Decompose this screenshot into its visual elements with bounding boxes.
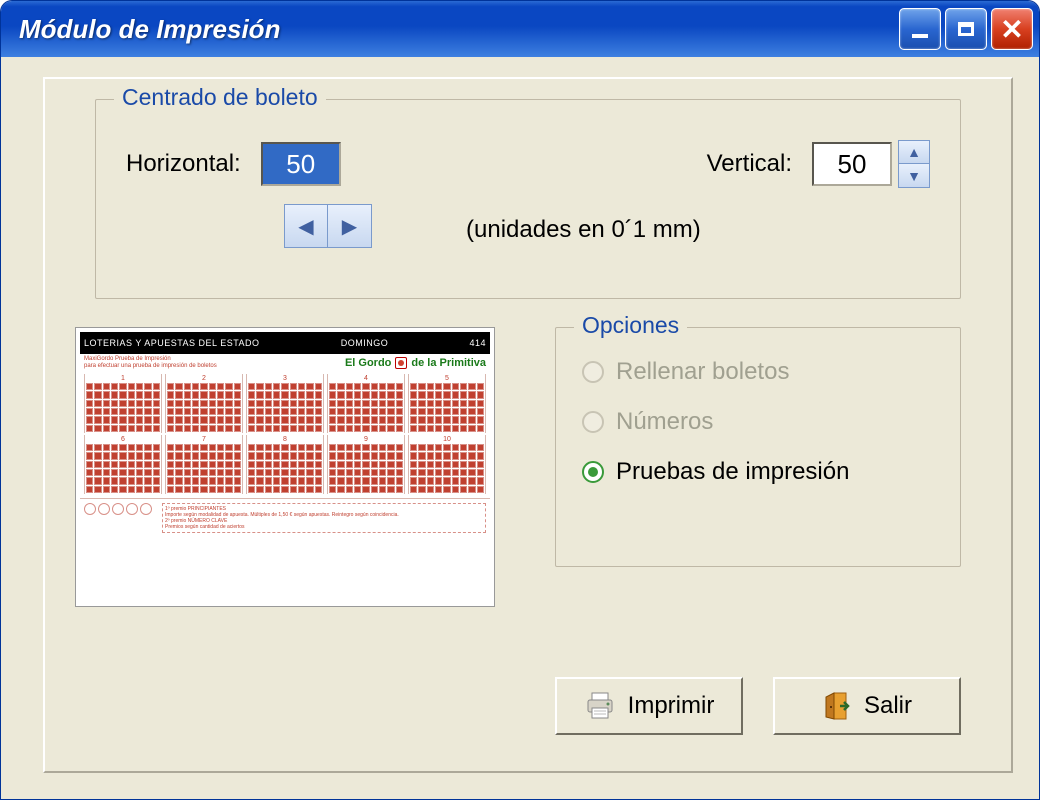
exit-button-label: Salir <box>864 692 912 720</box>
ticket-tagline1: MaxiGordo Prueba de Impresión <box>84 356 217 363</box>
options-legend: Opciones <box>574 312 687 339</box>
ticket-grid: 12345678910 <box>80 374 490 494</box>
options-radio-list: Rellenar boletos Números Pruebas de impres… <box>582 358 950 486</box>
option-label: Números <box>616 408 713 436</box>
radio-icon <box>582 461 604 483</box>
chevron-up-icon: ▲ <box>907 144 921 160</box>
chevron-left-icon: ◀ <box>298 214 313 239</box>
chevron-down-icon: ▼ <box>907 168 921 184</box>
print-button[interactable]: Imprimir <box>555 677 743 735</box>
vertical-up-button[interactable]: ▲ <box>898 140 930 164</box>
ticket-centering-legend: Centrado de boleto <box>114 84 326 111</box>
maximize-icon <box>958 22 974 36</box>
vertical-down-button[interactable]: ▼ <box>898 164 930 188</box>
maximize-button[interactable] <box>945 8 987 50</box>
horizontal-left-button[interactable]: ◀ <box>284 204 328 248</box>
minimize-button[interactable] <box>899 8 941 50</box>
close-icon: ✕ <box>1000 13 1023 46</box>
button-row: Imprimir Salir <box>555 677 961 735</box>
window-title: Módulo de Impresión <box>19 14 895 45</box>
option-label: Rellenar boletos <box>616 358 789 386</box>
minimize-icon <box>912 34 928 38</box>
ticket-header: LOTERIAS Y APUESTAS DEL ESTADO DOMINGO 4… <box>80 332 490 354</box>
ticket-centering-group: Centrado de boleto Horizontal: 50 Vertic… <box>95 99 961 299</box>
vertical-spinner: ▲ ▼ <box>898 140 930 188</box>
chevron-right-icon: ▶ <box>342 214 357 239</box>
exit-button[interactable]: Salir <box>773 677 961 735</box>
exit-icon <box>822 691 852 721</box>
horizontal-spinner: ◀ ▶ <box>284 204 372 248</box>
horizontal-right-button[interactable]: ▶ <box>328 204 372 248</box>
print-module-window: Módulo de Impresión ✕ Centrado de boleto… <box>0 0 1040 800</box>
vertical-input[interactable]: 50 <box>812 142 892 186</box>
ticket-subheader: MaxiGordo Prueba de Impresión para efect… <box>80 354 490 374</box>
radio-icon <box>582 411 604 433</box>
units-label: (unidades en 0´1 mm) <box>466 216 701 244</box>
option-label: Pruebas de impresión <box>616 458 849 486</box>
ticket-tagline2: para efectuar una prueba de impresión de… <box>84 363 217 370</box>
horizontal-label: Horizontal: <box>126 150 241 178</box>
client-area: Centrado de boleto Horizontal: 50 Vertic… <box>7 57 1033 793</box>
titlebar[interactable]: Módulo de Impresión ✕ <box>1 1 1039 57</box>
options-group: Opciones Rellenar boletosNúmerosPruebas … <box>555 327 961 567</box>
option-radio-0: Rellenar boletos <box>582 358 950 386</box>
print-button-label: Imprimir <box>628 692 715 720</box>
ticket-brand: El Gordo de la Primitiva <box>345 357 486 369</box>
ticket-header-left: LOTERIAS Y APUESTAS DEL ESTADO <box>84 338 260 348</box>
ticket-preview: LOTERIAS Y APUESTAS DEL ESTADO DOMINGO 4… <box>75 327 495 607</box>
printer-icon <box>584 692 616 720</box>
gordo-logo-icon <box>395 357 407 369</box>
vertical-label: Vertical: <box>707 150 792 178</box>
close-button[interactable]: ✕ <box>991 8 1033 50</box>
ticket-header-mid: DOMINGO <box>341 338 389 348</box>
horizontal-input[interactable]: 50 <box>261 142 341 186</box>
radio-icon <box>582 361 604 383</box>
inner-panel: Centrado de boleto Horizontal: 50 Vertic… <box>43 77 1013 773</box>
ticket-header-right: 414 <box>469 338 486 348</box>
option-radio-2[interactable]: Pruebas de impresión <box>582 458 950 486</box>
option-radio-1: Números <box>582 408 950 436</box>
ticket-footer: 1º premio PRINCIPIANTES Importe según mo… <box>80 498 490 537</box>
